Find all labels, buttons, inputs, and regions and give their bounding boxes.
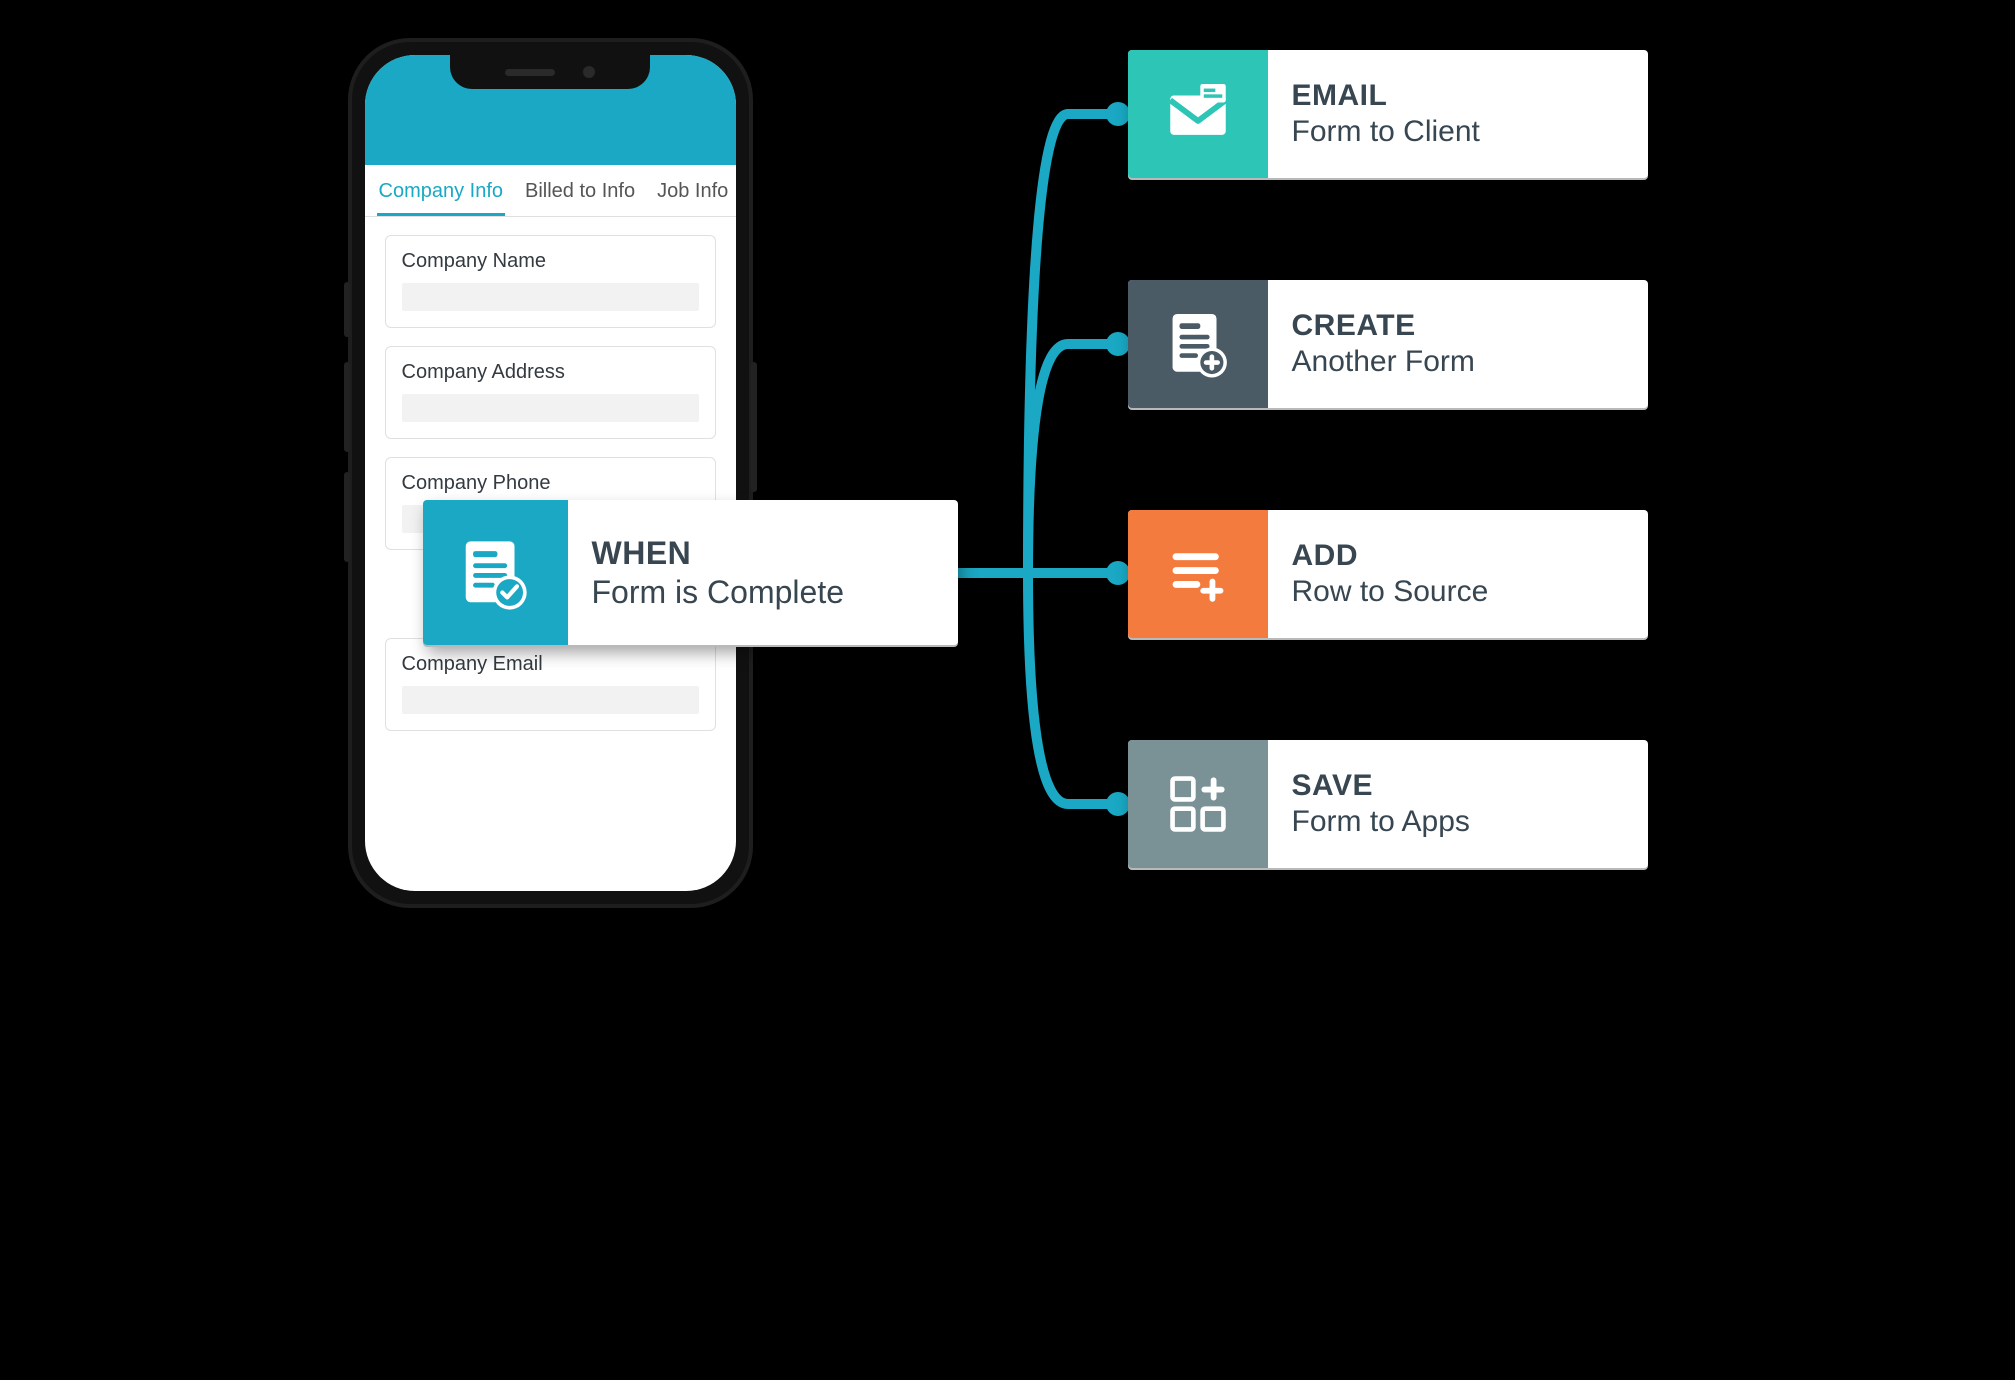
phone-mockup: Company Info Billed to Info Job Info Com… [348, 38, 753, 908]
trigger-subtitle: Form is Complete [592, 574, 958, 611]
apps-plus-icon [1128, 740, 1268, 868]
phone-side-button [344, 472, 350, 562]
phone-side-button [344, 282, 350, 337]
form-tabs: Company Info Billed to Info Job Info [365, 165, 736, 217]
action-subtitle: Form to Apps [1292, 805, 1648, 839]
field-label: Company Phone [402, 472, 699, 495]
trigger-text: WHEN Form is Complete [568, 500, 958, 645]
action-text: CREATE Another Form [1268, 280, 1648, 408]
field-input-placeholder [402, 394, 699, 422]
action-subtitle: Form to Client [1292, 115, 1648, 149]
action-card-create[interactable]: CREATE Another Form [1128, 280, 1648, 408]
envelope-icon [1128, 50, 1268, 178]
action-card-add[interactable]: ADD Row to Source [1128, 510, 1648, 638]
phone-side-button [344, 362, 350, 452]
diagram-stage: Company Info Billed to Info Job Info Com… [328, 20, 1688, 938]
action-title: EMAIL [1292, 79, 1648, 113]
action-title: CREATE [1292, 309, 1648, 343]
form-body: Company Name Company Address Company Pho… [365, 217, 736, 749]
tab-billed-to-info[interactable]: Billed to Info [523, 180, 637, 216]
field-company-name[interactable]: Company Name [385, 235, 716, 328]
tab-company-info[interactable]: Company Info [377, 180, 506, 216]
trigger-title: WHEN [592, 535, 958, 572]
rows-plus-icon [1128, 510, 1268, 638]
field-label: Company Name [402, 250, 699, 273]
app-header [365, 55, 736, 165]
field-input-placeholder [402, 283, 699, 311]
form-check-icon [423, 500, 568, 645]
form-plus-icon [1128, 280, 1268, 408]
action-card-email[interactable]: EMAIL Form to Client [1128, 50, 1648, 178]
action-text: EMAIL Form to Client [1268, 50, 1648, 178]
action-subtitle: Another Form [1292, 345, 1648, 379]
action-text: SAVE Form to Apps [1268, 740, 1648, 868]
action-subtitle: Row to Source [1292, 575, 1648, 609]
trigger-card-when[interactable]: WHEN Form is Complete [423, 500, 958, 645]
field-input-placeholder [402, 686, 699, 714]
phone-screen: Company Info Billed to Info Job Info Com… [365, 55, 736, 891]
action-title: ADD [1292, 539, 1648, 573]
action-title: SAVE [1292, 769, 1648, 803]
phone-notch [450, 55, 650, 89]
tab-job-info[interactable]: Job Info [655, 180, 730, 216]
action-text: ADD Row to Source [1268, 510, 1648, 638]
phone-side-button [751, 362, 757, 492]
field-company-address[interactable]: Company Address [385, 346, 716, 439]
action-card-save[interactable]: SAVE Form to Apps [1128, 740, 1648, 868]
field-company-email[interactable]: Company Email [385, 638, 716, 731]
field-label: Company Email [402, 653, 699, 676]
field-label: Company Address [402, 361, 699, 384]
